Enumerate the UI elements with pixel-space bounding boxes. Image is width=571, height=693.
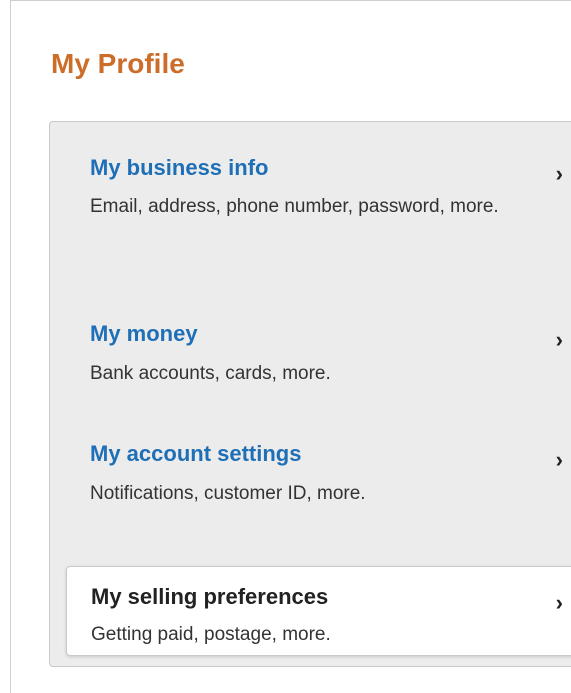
chevron-right-icon[interactable]: ›	[556, 160, 563, 188]
menu-item-title[interactable]: My business info	[90, 154, 561, 182]
menu-item-title[interactable]: My money	[90, 320, 561, 348]
menu-item-title[interactable]: My selling preferences	[91, 583, 561, 611]
chevron-right-icon[interactable]: ›	[556, 589, 563, 617]
profile-card: My Profile My business info Email, addre…	[10, 0, 571, 693]
menu-item-money[interactable]: My money Bank accounts, cards, more. ›	[50, 320, 571, 410]
menu-item-description: Bank accounts, cards, more.	[90, 363, 331, 384]
menu-item-description: Notifications, customer ID, more.	[90, 483, 366, 504]
menu-item-description: Email, address, phone number, password, …	[90, 196, 499, 217]
chevron-right-icon[interactable]: ›	[556, 326, 563, 354]
menu-item-description: Getting paid, postage, more.	[91, 624, 331, 645]
page-title: My Profile	[51, 48, 185, 79]
chevron-right-icon[interactable]: ›	[556, 446, 563, 474]
menu-item-account-settings[interactable]: My account settings Notifications, custo…	[50, 440, 571, 530]
menu-item-selling-preferences[interactable]: My selling preferences Getting paid, pos…	[66, 566, 571, 656]
menu-item-business-info[interactable]: My business info Email, address, phone n…	[50, 154, 571, 324]
profile-menu-panel: My business info Email, address, phone n…	[49, 121, 571, 667]
menu-item-title[interactable]: My account settings	[90, 440, 561, 468]
